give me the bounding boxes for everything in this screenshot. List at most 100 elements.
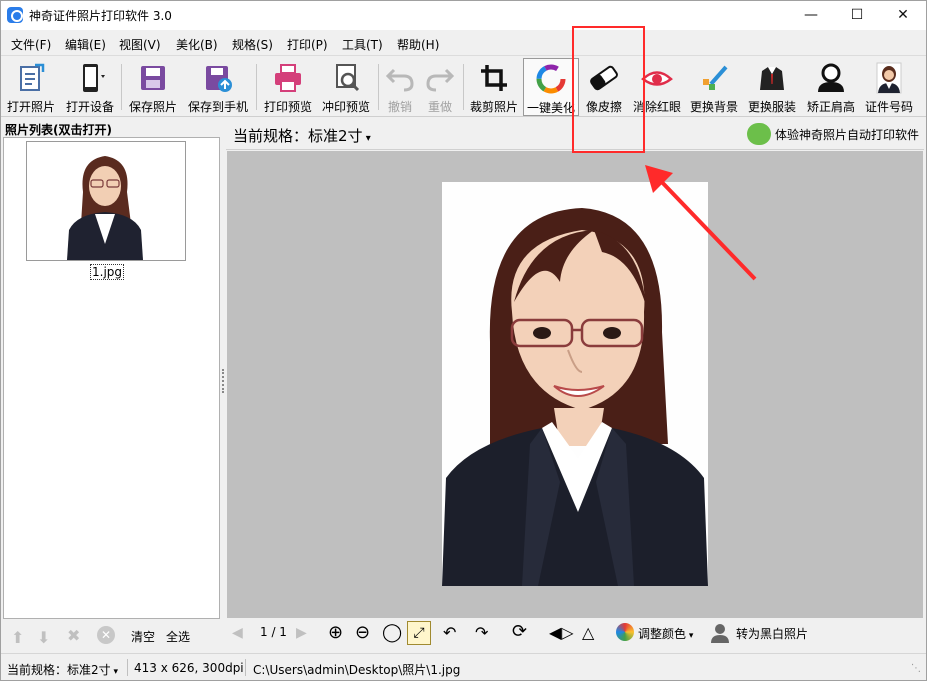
adjust-color-label: 调整颜色 bbox=[638, 627, 687, 641]
remove-icon[interactable]: ✕ bbox=[97, 626, 115, 644]
toolbar-divider bbox=[378, 64, 379, 110]
rotate-left-icon[interactable]: ↶ bbox=[443, 623, 456, 643]
close-button[interactable]: ✕ bbox=[880, 1, 926, 30]
save-to-phone-button[interactable]: 保存到手机 bbox=[185, 58, 251, 116]
menu-bar: 文件(F) 编辑(E) 视图(V) 美化(B) 规格(S) 打印(P) 工具(T… bbox=[1, 32, 926, 54]
develop-preview-label: 冲印预览 bbox=[321, 100, 370, 114]
menu-beautify[interactable]: 美化(B) bbox=[176, 36, 218, 53]
save-to-phone-label: 保存到手机 bbox=[187, 100, 248, 114]
move-up-icon[interactable]: ⬆ bbox=[11, 628, 24, 647]
open-photo-icon bbox=[20, 63, 45, 91]
save-photo-button[interactable]: 保存照片 bbox=[125, 58, 181, 116]
shoulder-icon bbox=[818, 63, 844, 92]
toolbar-divider bbox=[463, 64, 464, 110]
select-all-button[interactable]: 全选 bbox=[166, 628, 190, 645]
menu-tools[interactable]: 工具(T) bbox=[342, 36, 383, 53]
beautify-label: 一键美化 bbox=[526, 101, 575, 115]
status-bar: 当前规格：标准2寸 ▾ 413 x 626, 300dpi C:\Users\a… bbox=[1, 653, 926, 680]
status-file-path: C:\Users\admin\Desktop\照片\1.jpg bbox=[253, 663, 461, 677]
toolbar-divider bbox=[121, 64, 122, 110]
status-divider bbox=[127, 659, 128, 676]
print-preview-button[interactable]: 打印预览 bbox=[260, 58, 316, 116]
window-title: 神奇证件照片打印软件 3.0 bbox=[29, 9, 172, 23]
toolbar-divider bbox=[256, 64, 257, 110]
page-indicator: 1 / 1 bbox=[260, 625, 287, 639]
splitter-grip-icon[interactable] bbox=[222, 369, 224, 393]
menu-view[interactable]: 视图(V) bbox=[119, 36, 161, 53]
crop-label: 裁剪照片 bbox=[469, 100, 518, 114]
convert-bw-button[interactable]: 转为黑白照片 bbox=[736, 625, 808, 645]
print-preview-label: 打印预览 bbox=[263, 100, 312, 114]
photo-list-header: 照片列表(双击打开) bbox=[5, 123, 112, 137]
adjust-color-button[interactable]: 调整颜色 ▾ bbox=[638, 625, 693, 645]
next-page-icon[interactable]: ▶ bbox=[296, 625, 307, 645]
menu-edit[interactable]: 编辑(E) bbox=[65, 36, 106, 53]
resize-grip-icon[interactable]: ⋱ bbox=[911, 663, 921, 674]
prev-page-icon[interactable]: ◀ bbox=[232, 625, 243, 645]
menu-help[interactable]: 帮助(H) bbox=[397, 36, 439, 53]
rotate-right-icon[interactable]: ↷ bbox=[475, 623, 488, 643]
thumbnail-portrait-image bbox=[66, 142, 146, 260]
status-image-size: 413 x 626, 300dpi bbox=[134, 661, 244, 675]
flip-horizontal-icon[interactable]: ◀▷ bbox=[549, 623, 574, 643]
maximize-button[interactable]: ☐ bbox=[834, 1, 880, 30]
beautify-button[interactable]: 一键美化 bbox=[523, 58, 579, 116]
zoom-reset-icon[interactable]: ◯ bbox=[382, 622, 402, 643]
move-down-icon[interactable]: ⬇ bbox=[37, 628, 50, 647]
open-photo-button[interactable]: 打开照片 bbox=[5, 58, 57, 116]
undo-button[interactable]: 撤销 bbox=[381, 58, 419, 116]
change-clothes-button[interactable]: 更换服装 bbox=[745, 58, 799, 116]
develop-preview-icon bbox=[336, 64, 360, 92]
open-device-button[interactable]: 打开设备 bbox=[63, 58, 117, 116]
menu-file[interactable]: 文件(F) bbox=[11, 36, 51, 53]
image-toolbar: ◀ 1 / 1 ▶ ⊕ ⊖ ◯ ⤢ ↶ ↷ ⟳ ◀▷ △ 调整颜色 ▾ 转为黑白… bbox=[226, 619, 924, 651]
paint-brush-icon bbox=[703, 65, 728, 90]
app-logo-icon bbox=[7, 7, 23, 23]
main-toolbar: 打开照片 打开设备 保存照片 保存到手机 打印预览 冲印预览 撤销 重做 裁剪照… bbox=[1, 55, 926, 117]
zoom-out-icon[interactable]: ⊖ bbox=[355, 622, 370, 643]
shoulder-correction-label: 矫正肩高 bbox=[806, 100, 855, 114]
crop-button[interactable]: 裁剪照片 bbox=[467, 58, 521, 116]
redo-label: 重做 bbox=[427, 100, 452, 114]
dropdown-arrow-icon: ▾ bbox=[686, 631, 694, 641]
suit-icon bbox=[760, 67, 784, 90]
delete-icon[interactable]: ✖ bbox=[67, 626, 80, 645]
photo-thumbnail[interactable] bbox=[26, 141, 186, 261]
develop-preview-button[interactable]: 冲印预览 bbox=[318, 58, 374, 116]
menu-print[interactable]: 打印(P) bbox=[287, 36, 328, 53]
id-photo-icon bbox=[876, 62, 902, 94]
save-to-phone-icon bbox=[206, 66, 232, 92]
change-background-button[interactable]: 更换背景 bbox=[687, 58, 741, 116]
save-photo-label: 保存照片 bbox=[128, 100, 177, 114]
dropdown-arrow-icon: ▾ bbox=[362, 133, 371, 144]
fit-window-icon[interactable]: ⤢ bbox=[407, 621, 431, 645]
flip-vertical-icon[interactable]: △ bbox=[582, 623, 594, 643]
shoulder-correction-button[interactable]: 矫正肩高 bbox=[803, 58, 859, 116]
highlight-box bbox=[572, 26, 645, 153]
title-bar: 神奇证件照片打印软件 3.0 — ☐ ✕ bbox=[1, 1, 926, 30]
promo-icon bbox=[747, 123, 771, 145]
redo-button[interactable]: 重做 bbox=[421, 58, 459, 116]
color-adjust-icon bbox=[616, 623, 634, 641]
minimize-button[interactable]: — bbox=[788, 1, 834, 30]
list-actions-bar: ⬆ ⬇ ✖ ✕ 清空 全选 bbox=[3, 621, 220, 651]
open-photo-label: 打开照片 bbox=[6, 100, 55, 114]
menu-spec[interactable]: 规格(S) bbox=[232, 36, 273, 53]
refresh-icon[interactable]: ⟳ bbox=[512, 621, 527, 642]
current-spec-label: 当前规格：标准2寸 bbox=[233, 127, 363, 145]
id-number-label: 证件号码 bbox=[864, 100, 913, 114]
zoom-in-icon[interactable]: ⊕ bbox=[328, 622, 343, 643]
thumbnail-filename[interactable]: 1.jpg bbox=[90, 264, 125, 280]
printer-icon bbox=[275, 64, 301, 92]
red-eye-icon bbox=[641, 71, 673, 86]
person-icon bbox=[711, 623, 729, 643]
crop-icon bbox=[481, 65, 507, 91]
id-number-button[interactable]: 证件号码 bbox=[861, 58, 917, 116]
phone-icon bbox=[83, 64, 105, 92]
redo-icon bbox=[426, 68, 455, 92]
clear-button[interactable]: 清空 bbox=[131, 628, 155, 645]
status-spec[interactable]: 当前规格：标准2寸 ▾ bbox=[7, 661, 118, 678]
status-spec-value: 标准2寸 bbox=[67, 663, 111, 677]
annotation-arrow bbox=[645, 165, 757, 281]
current-spec-dropdown[interactable]: 当前规格：标准2寸 ▾ bbox=[233, 125, 371, 146]
